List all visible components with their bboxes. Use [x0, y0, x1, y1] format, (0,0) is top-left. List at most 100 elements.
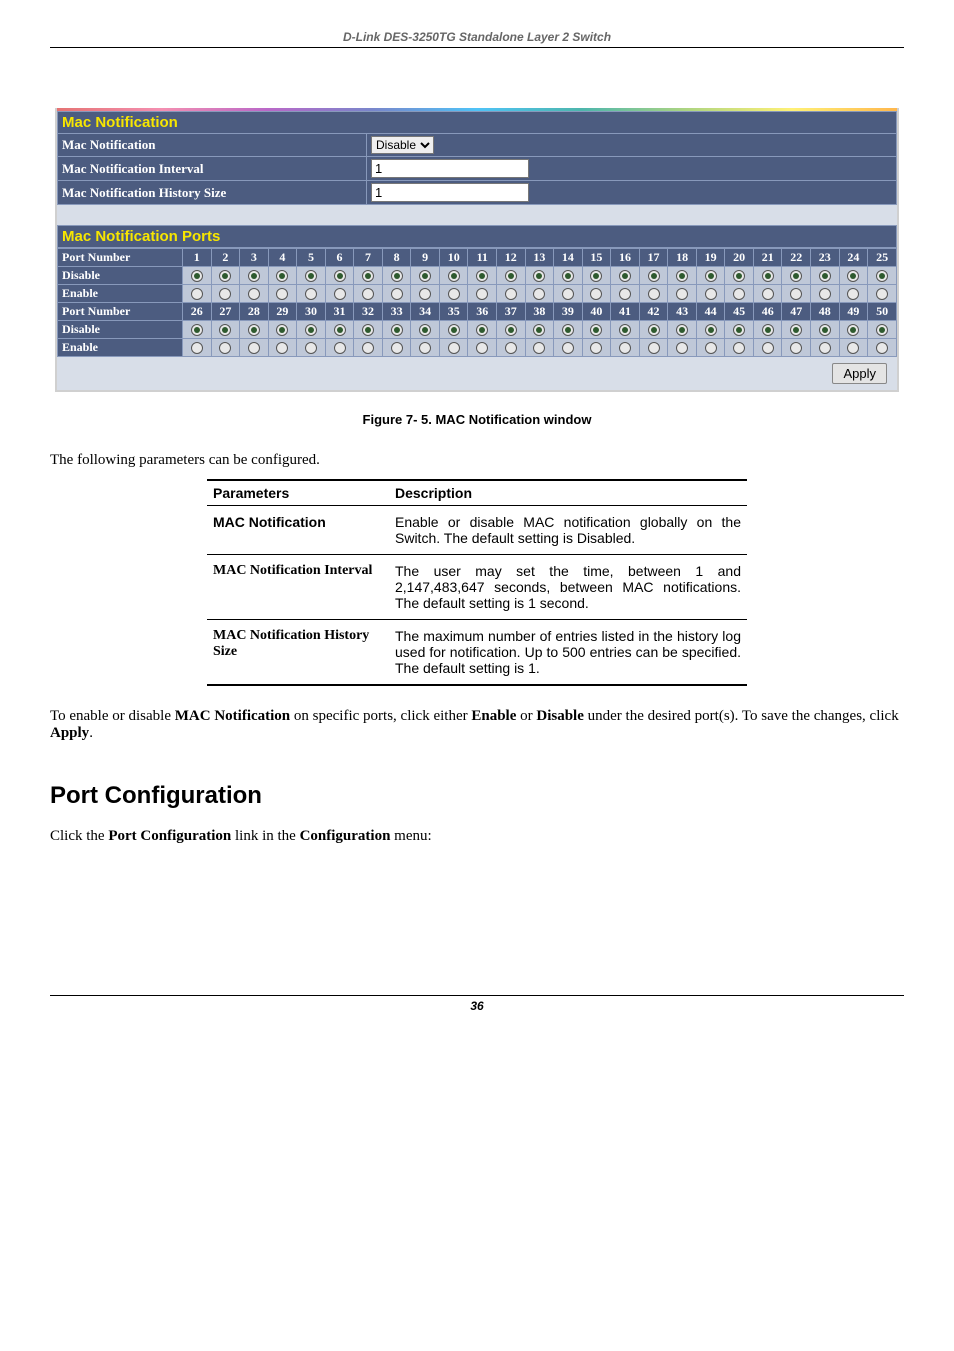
- enable-port-24[interactable]: [839, 285, 868, 303]
- disable-port-42[interactable]: [639, 321, 668, 339]
- disable-port-15[interactable]: [582, 267, 611, 285]
- disable-port-13[interactable]: [525, 267, 554, 285]
- mac-notification-select[interactable]: Disable: [371, 136, 434, 154]
- disable-port-28[interactable]: [240, 321, 269, 339]
- disable-port-29[interactable]: [268, 321, 297, 339]
- enable-port-19[interactable]: [696, 285, 725, 303]
- enable-port-41[interactable]: [611, 339, 640, 357]
- enable-port-6[interactable]: [325, 285, 354, 303]
- disable-port-1[interactable]: [183, 267, 212, 285]
- disable-port-50[interactable]: [868, 321, 897, 339]
- disable-port-27[interactable]: [211, 321, 240, 339]
- enable-port-47[interactable]: [782, 339, 811, 357]
- disable-port-5[interactable]: [297, 267, 326, 285]
- enable-port-30[interactable]: [297, 339, 326, 357]
- enable-port-13[interactable]: [525, 285, 554, 303]
- enable-port-36[interactable]: [468, 339, 497, 357]
- disable-port-48[interactable]: [811, 321, 840, 339]
- enable-port-16[interactable]: [611, 285, 640, 303]
- disable-port-16[interactable]: [611, 267, 640, 285]
- enable-port-4[interactable]: [268, 285, 297, 303]
- disable-port-3[interactable]: [240, 267, 269, 285]
- enable-port-37[interactable]: [497, 339, 526, 357]
- enable-port-7[interactable]: [354, 285, 383, 303]
- enable-port-44[interactable]: [696, 339, 725, 357]
- disable-port-37[interactable]: [497, 321, 526, 339]
- enable-port-15[interactable]: [582, 285, 611, 303]
- disable-port-2[interactable]: [211, 267, 240, 285]
- enable-port-1[interactable]: [183, 285, 212, 303]
- enable-port-2[interactable]: [211, 285, 240, 303]
- disable-port-9[interactable]: [411, 267, 440, 285]
- enable-port-34[interactable]: [411, 339, 440, 357]
- disable-port-46[interactable]: [753, 321, 782, 339]
- enable-port-9[interactable]: [411, 285, 440, 303]
- disable-port-19[interactable]: [696, 267, 725, 285]
- disable-port-45[interactable]: [725, 321, 754, 339]
- enable-port-39[interactable]: [554, 339, 583, 357]
- enable-port-42[interactable]: [639, 339, 668, 357]
- enable-port-3[interactable]: [240, 285, 269, 303]
- enable-port-25[interactable]: [868, 285, 897, 303]
- disable-port-38[interactable]: [525, 321, 554, 339]
- enable-port-48[interactable]: [811, 339, 840, 357]
- enable-port-17[interactable]: [639, 285, 668, 303]
- enable-port-31[interactable]: [325, 339, 354, 357]
- enable-port-40[interactable]: [582, 339, 611, 357]
- disable-port-44[interactable]: [696, 321, 725, 339]
- disable-port-14[interactable]: [554, 267, 583, 285]
- disable-port-26[interactable]: [183, 321, 212, 339]
- enable-port-38[interactable]: [525, 339, 554, 357]
- disable-port-12[interactable]: [497, 267, 526, 285]
- disable-port-35[interactable]: [439, 321, 468, 339]
- disable-port-6[interactable]: [325, 267, 354, 285]
- enable-port-33[interactable]: [382, 339, 411, 357]
- disable-port-49[interactable]: [839, 321, 868, 339]
- disable-port-33[interactable]: [382, 321, 411, 339]
- disable-port-10[interactable]: [439, 267, 468, 285]
- disable-port-25[interactable]: [868, 267, 897, 285]
- enable-port-28[interactable]: [240, 339, 269, 357]
- disable-port-39[interactable]: [554, 321, 583, 339]
- enable-port-20[interactable]: [725, 285, 754, 303]
- apply-button[interactable]: Apply: [832, 363, 887, 384]
- enable-port-5[interactable]: [297, 285, 326, 303]
- enable-port-23[interactable]: [811, 285, 840, 303]
- disable-port-40[interactable]: [582, 321, 611, 339]
- disable-port-47[interactable]: [782, 321, 811, 339]
- enable-port-50[interactable]: [868, 339, 897, 357]
- disable-port-32[interactable]: [354, 321, 383, 339]
- enable-port-14[interactable]: [554, 285, 583, 303]
- enable-port-12[interactable]: [497, 285, 526, 303]
- disable-port-7[interactable]: [354, 267, 383, 285]
- disable-port-41[interactable]: [611, 321, 640, 339]
- enable-port-26[interactable]: [183, 339, 212, 357]
- enable-port-27[interactable]: [211, 339, 240, 357]
- enable-port-10[interactable]: [439, 285, 468, 303]
- disable-port-24[interactable]: [839, 267, 868, 285]
- disable-port-22[interactable]: [782, 267, 811, 285]
- disable-port-43[interactable]: [668, 321, 697, 339]
- enable-port-18[interactable]: [668, 285, 697, 303]
- disable-port-34[interactable]: [411, 321, 440, 339]
- disable-port-4[interactable]: [268, 267, 297, 285]
- enable-port-32[interactable]: [354, 339, 383, 357]
- enable-port-46[interactable]: [753, 339, 782, 357]
- enable-port-35[interactable]: [439, 339, 468, 357]
- disable-port-36[interactable]: [468, 321, 497, 339]
- enable-port-49[interactable]: [839, 339, 868, 357]
- disable-port-8[interactable]: [382, 267, 411, 285]
- disable-port-20[interactable]: [725, 267, 754, 285]
- history-input[interactable]: [371, 183, 529, 202]
- disable-port-11[interactable]: [468, 267, 497, 285]
- disable-port-18[interactable]: [668, 267, 697, 285]
- disable-port-17[interactable]: [639, 267, 668, 285]
- enable-port-45[interactable]: [725, 339, 754, 357]
- disable-port-23[interactable]: [811, 267, 840, 285]
- interval-input[interactable]: [371, 159, 529, 178]
- disable-port-21[interactable]: [753, 267, 782, 285]
- enable-port-11[interactable]: [468, 285, 497, 303]
- enable-port-22[interactable]: [782, 285, 811, 303]
- enable-port-21[interactable]: [753, 285, 782, 303]
- enable-port-8[interactable]: [382, 285, 411, 303]
